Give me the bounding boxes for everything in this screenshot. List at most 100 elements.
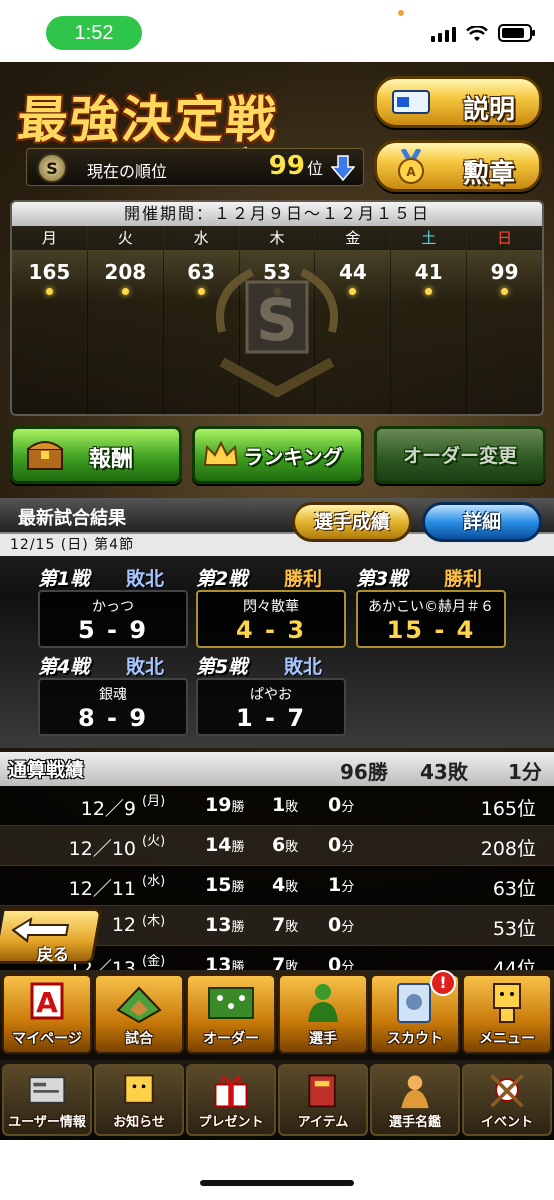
game-opponent: あかこい©赫月＃６ xyxy=(368,599,494,615)
game-title: 第4戦 xyxy=(38,656,90,678)
medal-button[interactable]: A 勲章 xyxy=(374,140,542,192)
s-rank-badge-icon: S xyxy=(37,153,67,183)
signal-icon xyxy=(431,27,456,42)
nav-label: スカウト xyxy=(387,1031,443,1047)
record-draws: 1分 xyxy=(328,874,355,896)
ranking-button[interactable]: ランキング xyxy=(192,426,364,484)
day-rank: 208 xyxy=(104,260,147,284)
svg-text:S: S xyxy=(256,286,298,354)
rank-label: 現在の順位 xyxy=(87,162,168,181)
present-icon xyxy=(214,1076,248,1108)
day-rank: 41 xyxy=(414,260,443,284)
user-info-icon xyxy=(28,1076,66,1104)
nav-item-player[interactable]: 選手 xyxy=(278,974,368,1054)
rank-unit: 位 xyxy=(306,159,323,178)
game-score-box: かっつ 5 - 9 xyxy=(38,590,188,648)
game-card[interactable]: 第5戦 敗北 ぱやお 1 - 7 xyxy=(196,652,346,738)
nav-label: メニュー xyxy=(479,1031,535,1047)
explain-button[interactable]: 説明 xyxy=(374,76,542,128)
order-icon xyxy=(208,987,254,1019)
current-rank-bar: S 現在の順位 99 位 xyxy=(26,148,364,186)
day-column: 月 165 xyxy=(12,226,88,414)
game-score-box: 銀魂 8 - 9 xyxy=(38,678,188,736)
item-icon xyxy=(308,1074,336,1108)
record-date: 12／10 xyxy=(68,838,136,860)
record-weekday: (金) xyxy=(142,954,166,969)
record-rank: 63位 xyxy=(492,878,536,900)
nav-item-user-info[interactable]: ユーザー情報 xyxy=(2,1064,92,1136)
game-title: 第1戦 xyxy=(38,568,90,590)
home-indicator[interactable] xyxy=(200,1180,354,1186)
game-opponent: かっつ xyxy=(92,599,134,615)
nav-item-menu[interactable]: メニュー xyxy=(462,974,552,1054)
order-change-label: オーダー変更 xyxy=(402,445,517,467)
reward-button[interactable]: 報酬 xyxy=(10,426,182,484)
game-opponent: ぱやお xyxy=(250,687,292,703)
home-indicator-area xyxy=(0,1140,554,1200)
record-date: 12／9 xyxy=(80,798,136,820)
ranking-label: ランキング xyxy=(243,445,343,469)
game-result: 勝利 xyxy=(284,568,323,590)
nav-item-event[interactable]: イベント xyxy=(462,1064,552,1136)
nav-item-scout[interactable]: スカウト! xyxy=(370,970,460,1054)
nav-label: イベント xyxy=(480,1115,533,1130)
nav-label: プレゼント xyxy=(198,1115,264,1130)
nav-label: アイテム xyxy=(297,1115,349,1130)
back-button[interactable]: 戻る xyxy=(0,908,103,964)
record-draws: 0分 xyxy=(328,834,355,856)
day-name: 土 xyxy=(391,226,467,250)
record-row: 12／9 (月) 19勝 1敗 0分 165位 xyxy=(0,786,554,826)
nav-item-mypage[interactable]: A マイページ xyxy=(2,974,92,1054)
nav-label: マイページ xyxy=(12,1031,82,1047)
rank-value: 99 xyxy=(268,151,305,181)
menu-icon xyxy=(493,983,521,1023)
nav-label: 試合 xyxy=(125,1031,153,1047)
back-arrow-icon xyxy=(11,917,70,943)
nav-label: 選手 xyxy=(309,1031,337,1047)
player-stats-button[interactable]: 選手成績 xyxy=(292,502,412,542)
detail-button[interactable]: 詳細 xyxy=(422,502,542,542)
game-title: 第3戦 xyxy=(356,568,408,590)
sub-nav: ユーザー情報 お知らせ プレゼント アイテム 選手名鑑 イベント xyxy=(0,1060,554,1140)
record-rank: 53位 xyxy=(492,918,536,940)
game-card[interactable]: 第2戦 勝利 閃々散華 4 - 3 xyxy=(196,564,346,650)
record-wins: 14勝 xyxy=(205,834,245,856)
event-icon xyxy=(490,1074,524,1108)
record-weekday: (火) xyxy=(142,834,166,849)
medal-icon: A xyxy=(398,149,424,184)
game-result: 敗北 xyxy=(126,656,165,678)
game-opponent: 銀魂 xyxy=(99,687,127,703)
status-time: 1:52 xyxy=(46,16,142,50)
record-wins: 19勝 xyxy=(205,794,245,816)
day-name: 火 xyxy=(87,226,163,250)
nav-label: お知らせ xyxy=(113,1115,165,1130)
game-card[interactable]: 第4戦 敗北 銀魂 8 - 9 xyxy=(38,652,188,738)
day-rank: 165 xyxy=(28,260,71,284)
notification-badge: ! xyxy=(430,970,456,996)
player-book-icon xyxy=(401,1075,429,1109)
stadium-icon xyxy=(116,986,162,1024)
nav-item-stadium[interactable]: 試合 xyxy=(94,974,184,1054)
rank-display: 99 位 xyxy=(269,151,323,181)
nav-label: 選手名鑑 xyxy=(388,1115,441,1130)
notice-icon xyxy=(124,1074,154,1104)
nav-item-notice[interactable]: お知らせ xyxy=(94,1064,184,1136)
mypage-icon: A xyxy=(30,982,64,1020)
order-change-button[interactable]: オーダー変更 xyxy=(374,426,546,484)
game-card[interactable]: 第3戦 勝利 あかこい©赫月＃６ 15 - 4 xyxy=(356,564,506,650)
medal-label: 勲章 xyxy=(462,159,515,189)
privacy-indicator xyxy=(398,10,404,16)
record-rank: 208位 xyxy=(480,838,536,860)
nav-item-player-book[interactable]: 選手名鑑 xyxy=(370,1064,460,1136)
overall-losses: 43敗 xyxy=(420,760,468,784)
battery-icon xyxy=(498,24,535,42)
day-dot-icon xyxy=(121,288,129,295)
record-losses: 6敗 xyxy=(272,834,299,856)
nav-label: ユーザー情報 xyxy=(8,1115,86,1130)
overall-wins: 96勝 xyxy=(340,760,388,784)
nav-item-order[interactable]: オーダー xyxy=(186,974,276,1054)
nav-item-item[interactable]: アイテム xyxy=(278,1064,368,1136)
nav-item-present[interactable]: プレゼント xyxy=(186,1064,276,1136)
period-panel: 開催期間：１２月９日〜１２月１５日 月 165 火 208 水 63 木 53 金 44 土 41 日 9… xyxy=(10,200,544,416)
game-card[interactable]: 第1戦 敗北 かっつ 5 - 9 xyxy=(38,564,188,650)
